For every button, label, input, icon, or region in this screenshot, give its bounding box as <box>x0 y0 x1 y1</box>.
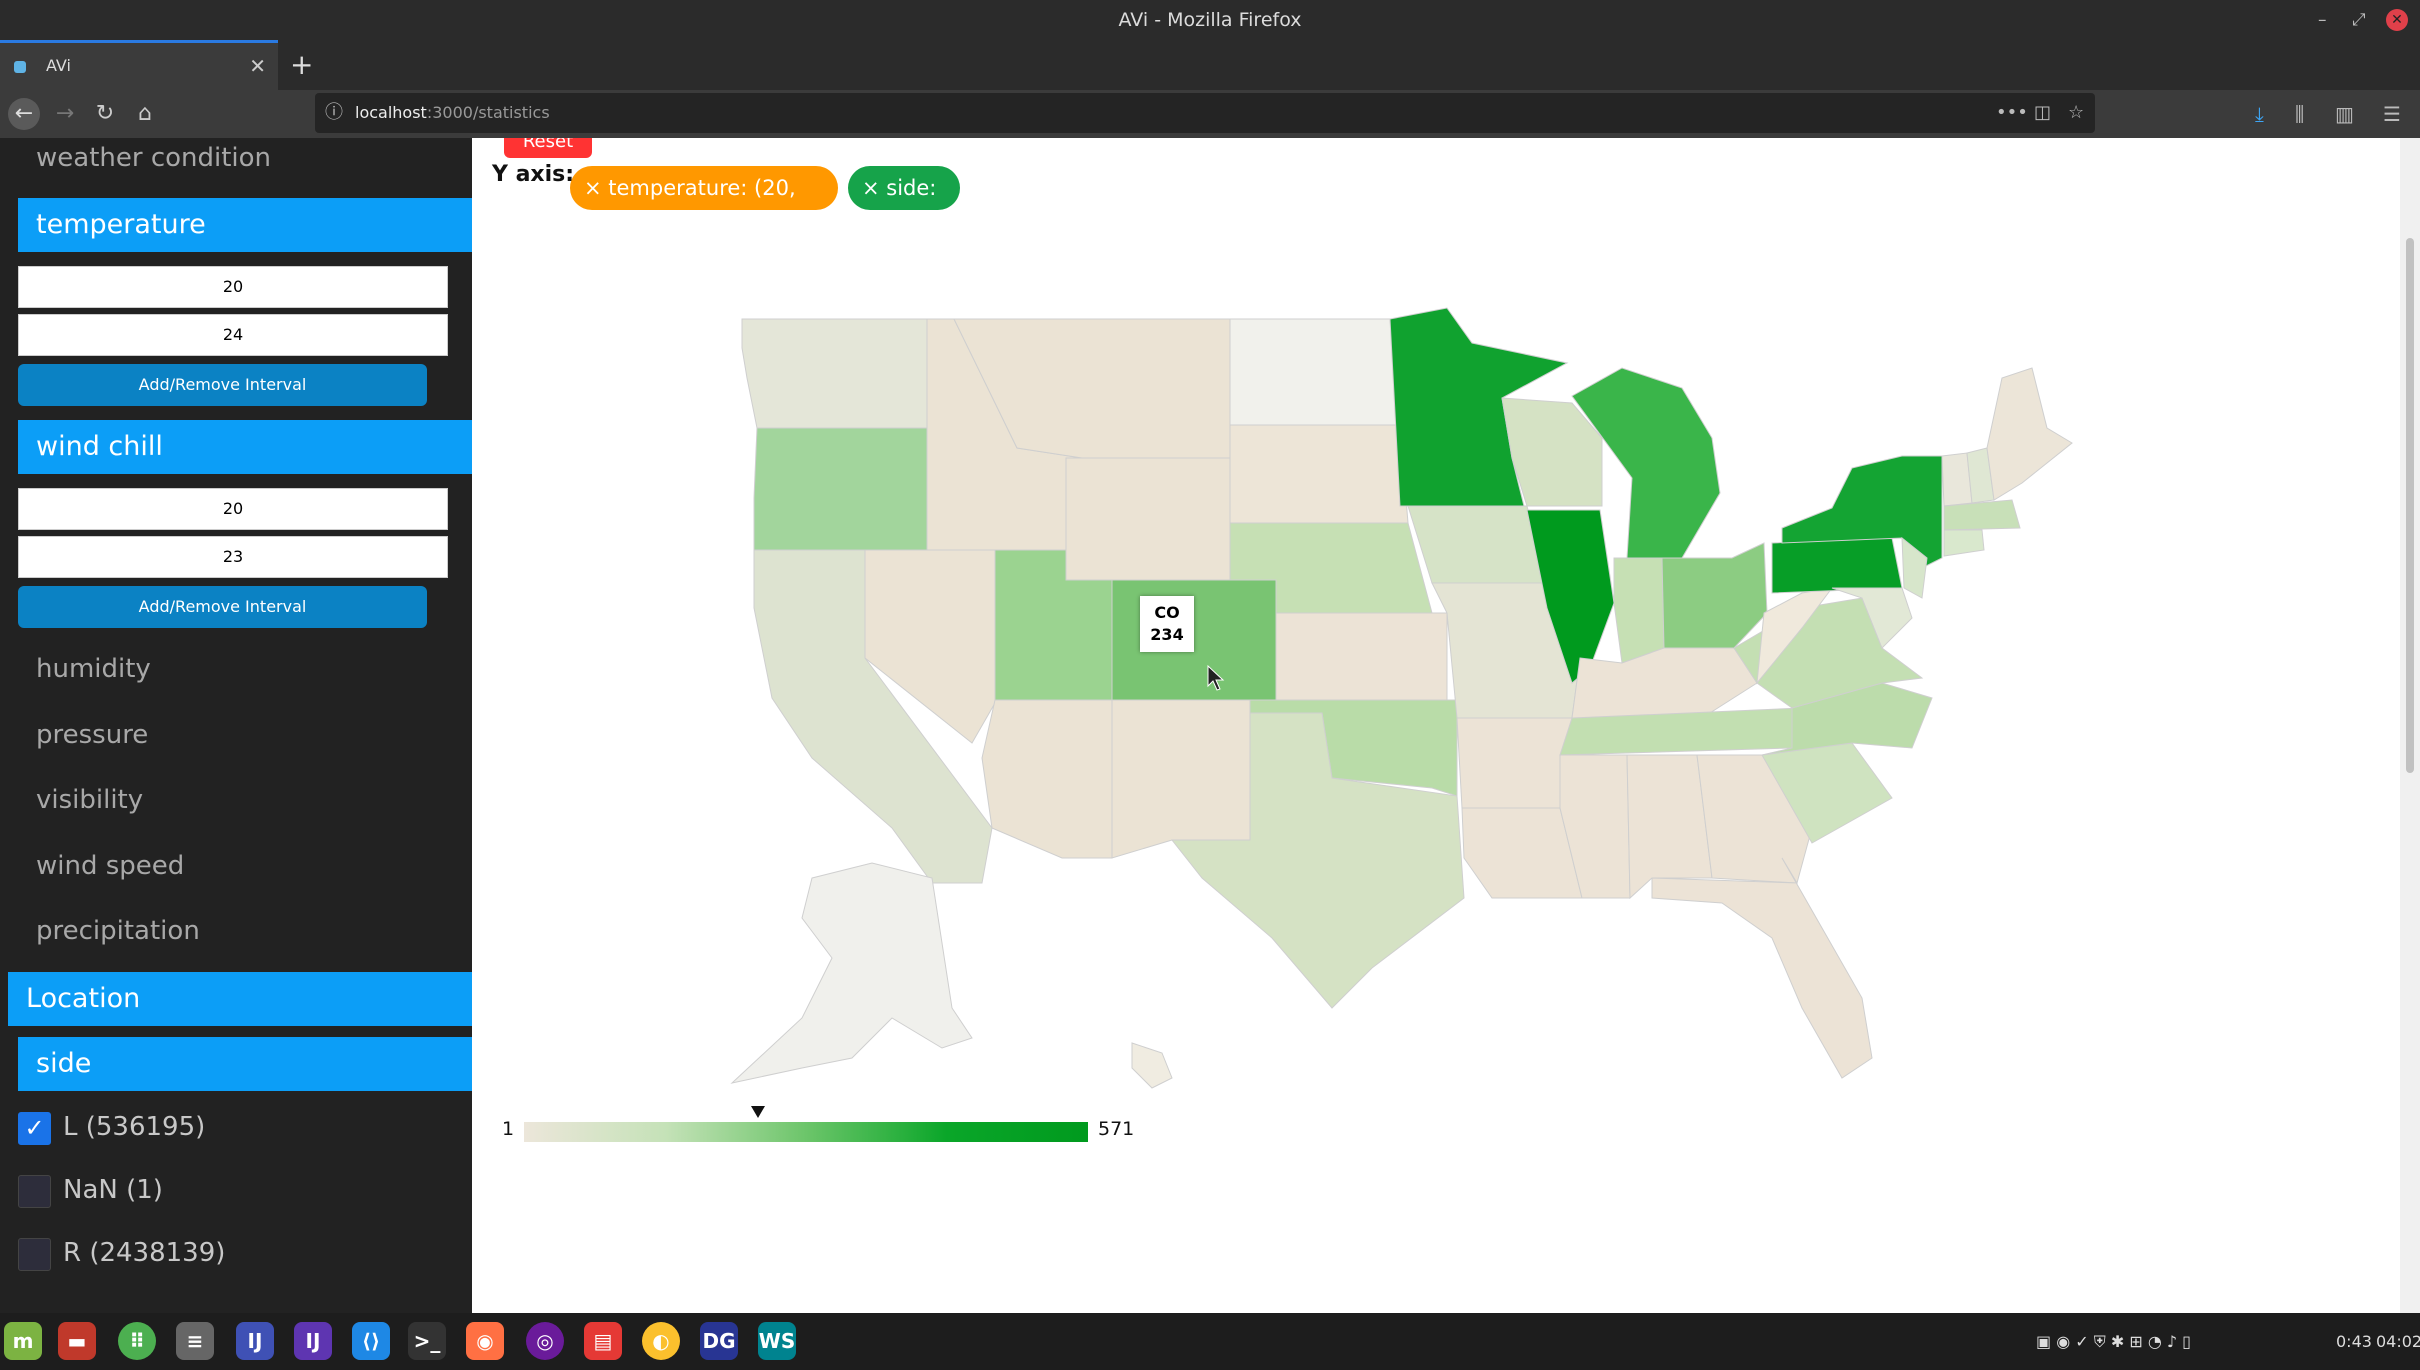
attr-wind-chill-header[interactable]: wind chill <box>18 420 472 474</box>
app-launcher-icon[interactable]: ⠿ <box>118 1322 156 1360</box>
state-or[interactable] <box>753 427 928 551</box>
wind-chill-add-remove-interval-button[interactable]: Add/Remove Interval <box>18 586 427 628</box>
tray-clock-1: 0:43 <box>2336 1332 2372 1351</box>
scrollbar-thumb[interactable] <box>2406 238 2414 773</box>
firefox-icon[interactable]: ◉ <box>466 1322 504 1360</box>
files-icon[interactable]: ▤ <box>584 1322 622 1360</box>
sidebar-toggle-icon[interactable]: ▥ <box>2335 90 2354 138</box>
attr-precipitation[interactable]: precipitation <box>36 916 200 946</box>
bookmark-star-icon[interactable]: ☆ <box>2068 93 2084 133</box>
favicon-icon <box>14 61 26 73</box>
more-icon[interactable]: ••• <box>1996 93 2028 133</box>
url-bar[interactable] <box>315 93 2095 133</box>
url-path: :3000/statistics <box>426 103 550 122</box>
settings-app-icon[interactable]: ≡ <box>176 1322 214 1360</box>
state-wy[interactable] <box>1065 457 1231 581</box>
tray-clock-2: 04:02 <box>2376 1332 2420 1351</box>
side-r-label: R (2438139) <box>63 1238 226 1268</box>
side-r-checkbox[interactable] <box>18 1238 51 1271</box>
attr-pressure[interactable]: pressure <box>36 720 148 750</box>
state-nm[interactable] <box>1111 699 1251 859</box>
state-ct[interactable] <box>1943 529 1985 557</box>
window-title: AVi - Mozilla Firefox <box>0 0 2420 40</box>
github-desktop-icon[interactable]: ◎ <box>526 1322 564 1360</box>
info-icon[interactable]: ⓘ <box>325 93 343 133</box>
state-ak[interactable] <box>730 862 973 1084</box>
color-scale-marker <box>751 1106 765 1118</box>
reload-icon[interactable]: ↻ <box>90 90 120 138</box>
attr-humidity[interactable]: humidity <box>36 654 151 684</box>
new-tab-icon[interactable]: + <box>290 40 313 90</box>
attr-wind-speed[interactable]: wind speed <box>36 851 184 881</box>
browser-tab[interactable]: AVi ✕ <box>0 40 278 90</box>
state-me[interactable] <box>1986 367 2073 501</box>
state-az[interactable] <box>981 699 1113 859</box>
attr-visibility[interactable]: visibility <box>36 785 143 815</box>
close-window-icon[interactable]: ✕ <box>2386 9 2408 31</box>
state-co[interactable] <box>1111 579 1277 701</box>
color-scale-max: 571 <box>1098 1118 1135 1140</box>
temperature-min-input[interactable]: 20 <box>18 266 448 308</box>
state-ma[interactable] <box>1943 499 2021 531</box>
mint-menu-icon[interactable]: m <box>4 1322 42 1360</box>
attr-weather-condition[interactable]: weather condition <box>36 143 271 173</box>
wind-chill-min-input[interactable]: 20 <box>18 488 448 530</box>
close-tab-icon[interactable]: ✕ <box>249 43 266 89</box>
state-fl[interactable] <box>1651 857 1873 1079</box>
state-ky[interactable] <box>1571 647 1758 719</box>
webstorm-icon[interactable]: WS <box>758 1322 796 1360</box>
download-icon[interactable]: ⤓ <box>2255 90 2264 138</box>
location-section-header[interactable]: Location <box>8 972 472 1026</box>
side-nan-checkbox[interactable] <box>18 1175 51 1208</box>
library-icon[interactable]: ⫼ <box>2295 90 2304 138</box>
url-host: localhost <box>355 103 427 122</box>
wind-chill-max-input[interactable]: 23 <box>18 536 448 578</box>
side-nan-label: NaN (1) <box>63 1175 163 1205</box>
show-desktop-icon[interactable]: ▬ <box>58 1322 96 1360</box>
menu-icon[interactable]: ☰ <box>2383 90 2401 138</box>
state-nd[interactable] <box>1229 318 1401 426</box>
state-sd[interactable] <box>1229 424 1409 524</box>
state-ar[interactable] <box>1456 717 1573 809</box>
state-hi[interactable] <box>1131 1042 1173 1089</box>
state-oh[interactable] <box>1661 542 1768 649</box>
tab-bar <box>0 40 2420 90</box>
statistics-main: Reset Y axis: × temperature: (20, 24) × … <box>472 138 2400 1313</box>
temperature-max-input[interactable]: 24 <box>18 314 448 356</box>
vscode-icon[interactable]: ⟨⟩ <box>352 1322 390 1360</box>
back-icon[interactable]: ← <box>8 98 40 130</box>
intellij-icon[interactable]: IJ <box>236 1322 274 1360</box>
attr-temperature-header[interactable]: temperature <box>18 198 472 252</box>
side-l-label: L (536195) <box>63 1112 206 1142</box>
page-scrollbar[interactable] <box>2400 138 2420 1313</box>
datagrip-icon[interactable]: DG <box>700 1322 738 1360</box>
tooltip-value: 234 <box>1150 625 1184 644</box>
temperature-add-remove-interval-button[interactable]: Add/Remove Interval <box>18 364 427 406</box>
side-l-checkbox[interactable]: ✓ <box>18 1112 51 1145</box>
url-text[interactable]: localhost:3000/statistics <box>355 93 550 133</box>
chrome-icon[interactable]: ◐ <box>642 1322 680 1360</box>
tab-title: AVi <box>46 56 71 75</box>
home-icon[interactable]: ⌂ <box>130 90 160 138</box>
attr-side-header[interactable]: side <box>18 1037 472 1091</box>
map-tooltip: CO 234 <box>1140 596 1194 652</box>
state-wa[interactable] <box>741 318 928 429</box>
state-pa[interactable] <box>1771 537 1903 594</box>
state-ia[interactable] <box>1407 505 1548 584</box>
tray-icons[interactable]: ▣ ◉ ✓ ⛨ ✱ ⊞ ◔ ♪ ▯ <box>2036 1313 2191 1370</box>
terminal-icon[interactable]: >_ <box>408 1322 446 1360</box>
maximize-icon[interactable]: ⤢ <box>2352 0 2366 40</box>
intellij-ultimate-icon[interactable]: IJ <box>294 1322 332 1360</box>
filter-sidebar: weather condition temperature 20 24 Add/… <box>0 138 472 1313</box>
state-in[interactable] <box>1613 557 1665 664</box>
color-scale-min: 1 <box>502 1118 515 1140</box>
tooltip-state: CO <box>1154 603 1180 622</box>
forward-icon[interactable]: → <box>50 90 80 138</box>
minimize-icon[interactable]: – <box>2318 0 2327 40</box>
color-scale-bar <box>524 1122 1088 1142</box>
state-ks[interactable] <box>1275 612 1448 701</box>
pocket-icon[interactable]: ◫ <box>2034 93 2051 133</box>
